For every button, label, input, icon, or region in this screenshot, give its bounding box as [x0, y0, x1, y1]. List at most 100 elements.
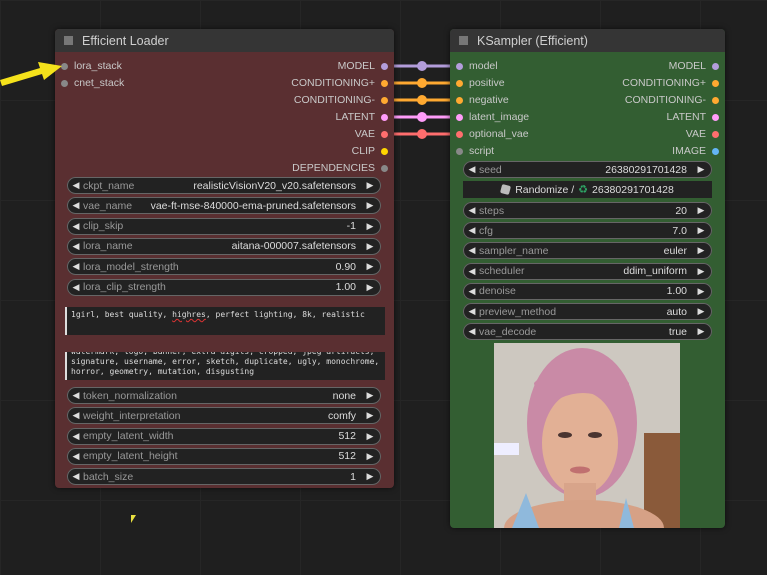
- widget-vae-name[interactable]: ◀ vae_name vae-ft-mse-840000-ema-pruned.…: [67, 197, 381, 215]
- widget-scheduler[interactable]: ◀ scheduler ddim_uniform ▶: [463, 262, 712, 280]
- widget-value[interactable]: none: [333, 390, 364, 402]
- output-slot-vae[interactable]: VAE: [686, 126, 719, 142]
- out-slot-dot-icon[interactable]: [712, 62, 719, 70]
- out-slot-dot-icon[interactable]: [712, 147, 719, 155]
- widget-value[interactable]: 26380291701428: [605, 164, 695, 176]
- widget-value[interactable]: 0.90: [336, 261, 364, 273]
- out-slot-dot-icon[interactable]: [381, 130, 388, 138]
- increment-arrow-icon[interactable]: ▶: [695, 225, 707, 236]
- widget-seed[interactable]: ◀ seed 26380291701428 ▶: [463, 161, 712, 178]
- output-slot-model[interactable]: MODEL: [338, 58, 388, 74]
- collapse-toggle-icon[interactable]: [64, 36, 73, 45]
- decrement-arrow-icon[interactable]: ◀: [70, 431, 82, 442]
- decrement-arrow-icon[interactable]: ◀: [466, 225, 478, 236]
- widget-empty-latent-width[interactable]: ◀ empty_latent_width 512 ▶: [67, 427, 381, 445]
- widget-sampler-name[interactable]: ◀ sampler_name euler ▶: [463, 242, 712, 260]
- increment-arrow-icon[interactable]: ▶: [695, 164, 707, 175]
- input-slot-lora-stack[interactable]: lora_stack: [61, 58, 122, 74]
- output-slot-clip[interactable]: CLIP: [352, 143, 388, 159]
- output-slot-conditioning-[interactable]: CONDITIONING-: [625, 92, 719, 108]
- out-slot-dot-icon[interactable]: [712, 96, 719, 104]
- increment-arrow-icon[interactable]: ▶: [364, 410, 376, 421]
- output-slot-model[interactable]: MODEL: [669, 58, 719, 74]
- out-slot-dot-icon[interactable]: [712, 79, 719, 87]
- in-slot-dot-icon[interactable]: [61, 62, 68, 70]
- widget-ckpt-name[interactable]: ◀ ckpt_name realisticVisionV20_v20.safet…: [67, 177, 381, 194]
- widget-clip-skip[interactable]: ◀ clip_skip -1 ▶: [67, 217, 381, 235]
- input-slot-model[interactable]: model: [456, 58, 498, 74]
- widget-denoise[interactable]: ◀ denoise 1.00 ▶: [463, 282, 712, 300]
- output-slot-conditioning-[interactable]: CONDITIONING+: [622, 75, 719, 91]
- positive-prompt-input[interactable]: 1girl, best quality, highres, perfect li…: [65, 307, 385, 335]
- out-slot-dot-icon[interactable]: [381, 113, 388, 121]
- widget-value[interactable]: euler: [664, 245, 695, 257]
- widget-value[interactable]: 1.00: [336, 281, 364, 293]
- widget-value[interactable]: aitana-000007.safetensors: [232, 240, 364, 252]
- widget-value[interactable]: 1: [350, 471, 364, 483]
- efficient-loader-node[interactable]: Efficient Loader lora_stack cnet_stack MOD…: [55, 29, 394, 488]
- widget-token-normalization[interactable]: ◀ token_normalization none ▶: [67, 387, 381, 404]
- widget-vae-decode[interactable]: ◀ vae_decode true ▶: [463, 323, 712, 341]
- output-slot-vae[interactable]: VAE: [355, 126, 388, 142]
- decrement-arrow-icon[interactable]: ◀: [466, 245, 478, 256]
- link-midpoint-handle[interactable]: [417, 61, 427, 71]
- widget-value[interactable]: 1.00: [667, 285, 695, 297]
- decrement-arrow-icon[interactable]: ◀: [70, 261, 82, 272]
- link-midpoint-handle[interactable]: [417, 112, 427, 122]
- out-slot-dot-icon[interactable]: [381, 62, 388, 70]
- negative-prompt-input[interactable]: watermark, logo, banner, extra digits, c…: [65, 352, 385, 380]
- widget-value[interactable]: realisticVisionV20_v20.safetensors: [193, 180, 364, 192]
- widget-value[interactable]: 7.0: [672, 225, 695, 237]
- output-slot-conditioning-[interactable]: CONDITIONING+: [291, 75, 388, 91]
- increment-arrow-icon[interactable]: ▶: [364, 200, 376, 211]
- node-title-bar[interactable]: KSampler (Efficient): [450, 29, 725, 52]
- link-midpoint-handle[interactable]: [417, 78, 427, 88]
- decrement-arrow-icon[interactable]: ◀: [466, 306, 478, 317]
- input-slot-script[interactable]: script: [456, 143, 494, 159]
- increment-arrow-icon[interactable]: ▶: [364, 241, 376, 252]
- input-slot-positive[interactable]: positive: [456, 75, 505, 91]
- input-slot-latent-image[interactable]: latent_image: [456, 109, 529, 125]
- decrement-arrow-icon[interactable]: ◀: [70, 221, 82, 232]
- out-slot-dot-icon[interactable]: [381, 164, 388, 172]
- output-slot-latent[interactable]: LATENT: [667, 109, 719, 125]
- out-slot-dot-icon[interactable]: [381, 79, 388, 87]
- out-slot-dot-icon[interactable]: [381, 147, 388, 155]
- collapse-toggle-icon[interactable]: [459, 36, 468, 45]
- widget-empty-latent-height[interactable]: ◀ empty_latent_height 512 ▶: [67, 447, 381, 465]
- increment-arrow-icon[interactable]: ▶: [695, 266, 707, 277]
- decrement-arrow-icon[interactable]: ◀: [466, 326, 478, 337]
- widget-value[interactable]: ddim_uniform: [623, 265, 695, 277]
- out-slot-dot-icon[interactable]: [381, 96, 388, 104]
- image-preview[interactable]: [494, 343, 680, 528]
- in-slot-dot-icon[interactable]: [61, 79, 68, 87]
- output-slot-conditioning-[interactable]: CONDITIONING-: [294, 92, 388, 108]
- widget-lora-model-strength[interactable]: ◀ lora_model_strength 0.90 ▶: [67, 258, 381, 276]
- decrement-arrow-icon[interactable]: ◀: [70, 471, 82, 482]
- increment-arrow-icon[interactable]: ▶: [695, 205, 707, 216]
- increment-arrow-icon[interactable]: ▶: [695, 245, 707, 256]
- widget-preview-method[interactable]: ◀ preview_method auto ▶: [463, 303, 712, 320]
- increment-arrow-icon[interactable]: ▶: [364, 180, 376, 191]
- increment-arrow-icon[interactable]: ▶: [364, 451, 376, 462]
- link-midpoint-handle[interactable]: [417, 129, 427, 139]
- decrement-arrow-icon[interactable]: ◀: [70, 410, 82, 421]
- increment-arrow-icon[interactable]: ▶: [364, 471, 376, 482]
- increment-arrow-icon[interactable]: ▶: [364, 282, 376, 293]
- decrement-arrow-icon[interactable]: ◀: [466, 266, 478, 277]
- widget-lora-clip-strength[interactable]: ◀ lora_clip_strength 1.00 ▶: [67, 278, 381, 296]
- node-title-bar[interactable]: Efficient Loader: [55, 29, 394, 52]
- increment-arrow-icon[interactable]: ▶: [364, 261, 376, 272]
- widget-value[interactable]: 20: [675, 205, 695, 217]
- widget-steps[interactable]: ◀ steps 20 ▶: [463, 202, 712, 219]
- increment-arrow-icon[interactable]: ▶: [364, 221, 376, 232]
- widget-value[interactable]: -1: [347, 220, 364, 232]
- widget-value[interactable]: auto: [667, 306, 695, 318]
- out-slot-dot-icon[interactable]: [712, 113, 719, 121]
- widget-value[interactable]: true: [669, 326, 695, 338]
- in-slot-dot-icon[interactable]: [456, 62, 463, 70]
- output-slot-image[interactable]: IMAGE: [672, 143, 719, 159]
- widget-value[interactable]: 512: [338, 450, 364, 462]
- widget-value[interactable]: 512: [338, 430, 364, 442]
- widget-cfg[interactable]: ◀ cfg 7.0 ▶: [463, 222, 712, 240]
